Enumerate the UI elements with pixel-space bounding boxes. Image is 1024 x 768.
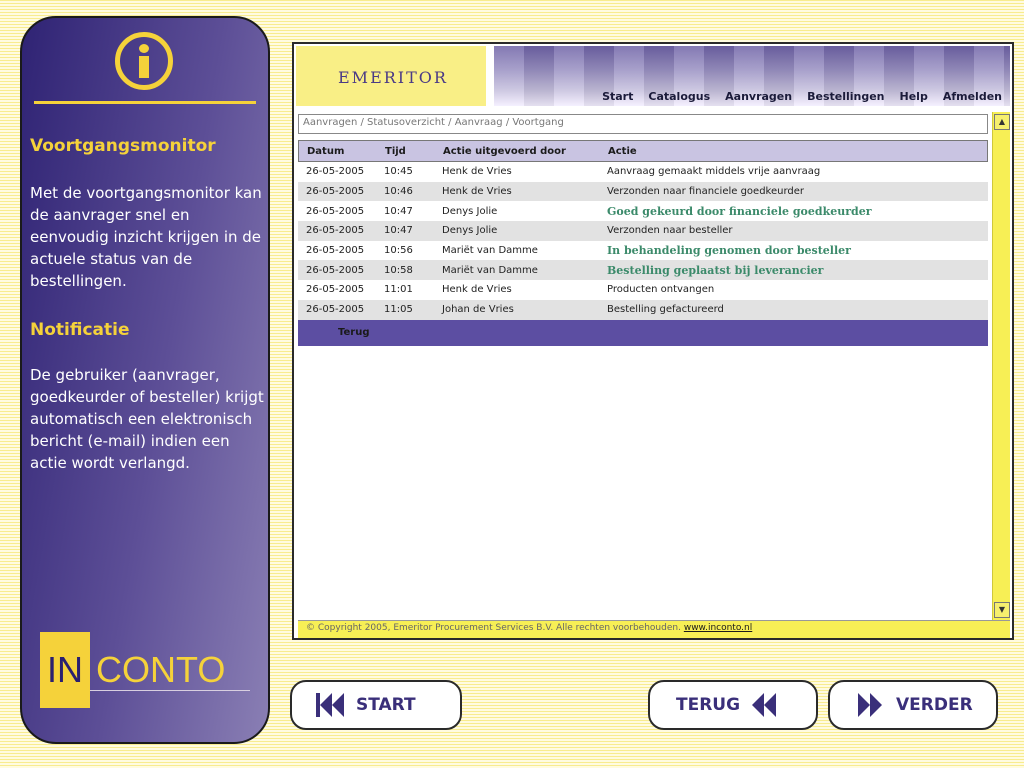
cell-date: 26-05-2005 <box>306 245 365 257</box>
cell-by: Denys Jolie <box>442 205 498 217</box>
terug-button[interactable]: TERUG <box>648 680 818 730</box>
copyright-footer: © Copyright 2005, Emeritor Procurement S… <box>298 620 1010 638</box>
logo-underline <box>90 690 250 691</box>
vertical-scrollbar[interactable]: ▲ ▼ <box>992 112 1010 620</box>
terug-link[interactable]: Terug <box>298 327 369 338</box>
nav-start[interactable]: Start <box>602 90 633 103</box>
table-header: Datum Tijd Actie uitgevoerd door Actie <box>298 140 988 162</box>
paragraph-voortgangsmonitor: Met de voortgangsmonitor kan de aanvrage… <box>30 184 262 290</box>
inconto-link[interactable]: www.inconto.nl <box>684 623 752 633</box>
nav-help[interactable]: Help <box>900 90 928 103</box>
nav-bestellingen[interactable]: Bestellingen <box>807 90 884 103</box>
cell-action: Bestelling gefactureerd <box>607 304 724 316</box>
nav-aanvragen[interactable]: Aanvragen <box>725 90 792 103</box>
cell-by: Henk de Vries <box>442 284 512 296</box>
cell-time: 10:47 <box>384 205 413 217</box>
table-row: 26-05-2005 10:47 Denys Jolie Goed gekeur… <box>298 201 988 221</box>
cell-date: 26-05-2005 <box>306 284 365 296</box>
fast-forward-icon <box>858 693 882 717</box>
table-row: 26-05-2005 10:47 Denys Jolie Verzonden n… <box>298 221 988 241</box>
skip-back-icon <box>316 693 344 717</box>
info-icon <box>115 32 173 90</box>
copyright-text: © Copyright 2005, Emeritor Procurement S… <box>306 623 681 633</box>
cell-date: 26-05-2005 <box>306 205 365 217</box>
cell-action-link[interactable]: Goed gekeurd door financiele goedkeurder <box>607 205 988 218</box>
info-panel: Voortgangsmonitor Met de voortgangsmonit… <box>20 16 270 744</box>
cell-time: 11:05 <box>384 304 413 316</box>
top-nav: Start Catalogus Aanvragen Bestellingen H… <box>602 90 1002 103</box>
nav-catalogus[interactable]: Catalogus <box>648 90 710 103</box>
scroll-up-icon[interactable]: ▲ <box>994 114 1010 130</box>
cell-action: Verzonden naar besteller <box>607 225 733 237</box>
app-window: EMERITOR Start Catalogus Aanvragen Beste… <box>292 42 1014 640</box>
progress-table: Datum Tijd Actie uitgevoerd door Actie 2… <box>298 140 988 346</box>
cell-time: 11:01 <box>384 284 413 296</box>
cell-date: 26-05-2005 <box>306 166 365 178</box>
app-header: EMERITOR Start Catalogus Aanvragen Beste… <box>294 44 1012 108</box>
cell-by: Denys Jolie <box>442 225 498 237</box>
table-footer: Terug <box>298 319 988 346</box>
breadcrumb: Aanvragen / Statusoverzicht / Aanvraag /… <box>298 114 988 134</box>
cell-action: Aanvraag gemaakt middels vrije aanvraag <box>607 166 821 178</box>
paragraph-notificatie: De gebruiker (aanvrager, goedkeurder of … <box>30 366 264 472</box>
cell-time: 10:46 <box>384 186 413 198</box>
header-datum: Datum <box>307 145 345 157</box>
cell-action-link[interactable]: Bestelling geplaatst bij leverancier <box>607 264 988 277</box>
verder-button[interactable]: VERDER <box>828 680 998 730</box>
table-row: 26-05-2005 10:56 Mariët van Damme In beh… <box>298 241 988 261</box>
cell-time: 10:58 <box>384 264 413 276</box>
inconto-logo: IN CONTO <box>40 632 255 712</box>
rewind-icon <box>752 693 777 717</box>
cell-date: 26-05-2005 <box>306 225 365 237</box>
header-tijd: Tijd <box>385 145 406 157</box>
cell-by: Mariët van Damme <box>442 245 538 257</box>
cell-time: 10:45 <box>384 166 413 178</box>
logo-conto: CONTO <box>96 649 226 690</box>
start-label: START <box>356 695 416 715</box>
cell-by: Henk de Vries <box>442 166 512 178</box>
terug-label: TERUG <box>676 695 741 715</box>
verder-label: VERDER <box>896 695 973 715</box>
logo-in: IN <box>40 632 90 708</box>
header-uitgevoerd-door: Actie uitgevoerd door <box>443 145 566 157</box>
emeritor-logo: EMERITOR <box>296 46 486 106</box>
logo-text: EMERITOR <box>338 68 448 87</box>
cell-time: 10:47 <box>384 225 413 237</box>
table-row: 26-05-2005 10:58 Mariët van Damme Bestel… <box>298 260 988 281</box>
divider <box>34 101 256 104</box>
scroll-down-icon[interactable]: ▼ <box>994 602 1010 618</box>
heading-notificatie: Notificatie <box>30 320 130 340</box>
cell-action: Producten ontvangen <box>607 284 715 296</box>
cell-date: 26-05-2005 <box>306 186 365 198</box>
table-row: 26-05-2005 11:05 Johan de Vries Bestelli… <box>298 299 988 320</box>
cell-by: Henk de Vries <box>442 186 512 198</box>
nav-afmelden[interactable]: Afmelden <box>943 90 1002 103</box>
heading-voortgangsmonitor: Voortgangsmonitor <box>30 136 216 156</box>
cell-by: Mariët van Damme <box>442 264 538 276</box>
header-actie: Actie <box>608 145 637 157</box>
cell-date: 26-05-2005 <box>306 304 365 316</box>
cell-time: 10:56 <box>384 245 413 257</box>
cell-by: Johan de Vries <box>442 304 514 316</box>
table-row: 26-05-2005 10:46 Henk de Vries Verzonden… <box>298 181 988 202</box>
table-row: 26-05-2005 11:01 Henk de Vries Producten… <box>298 280 988 300</box>
info-text: Voortgangsmonitor Met de voortgangsmonit… <box>30 136 268 502</box>
table-row: 26-05-2005 10:45 Henk de Vries Aanvraag … <box>298 162 988 182</box>
cell-action-link[interactable]: In behandeling genomen door besteller <box>607 244 988 257</box>
start-button[interactable]: START <box>290 680 462 730</box>
cell-date: 26-05-2005 <box>306 264 365 276</box>
cell-action: Verzonden naar financiele goedkeurder <box>607 186 805 198</box>
